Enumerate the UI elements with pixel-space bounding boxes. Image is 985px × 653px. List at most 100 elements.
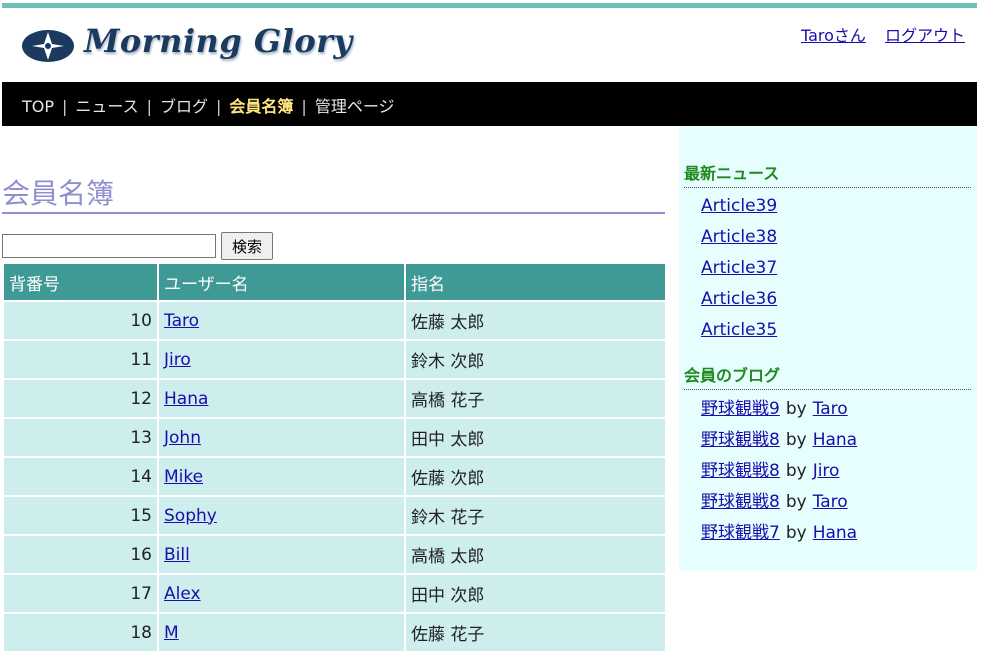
blog-author-link[interactable]: Hana	[813, 523, 857, 543]
table-row: 10 Taro 佐藤 太郎	[4, 302, 665, 339]
member-username-link[interactable]: Bill	[164, 545, 190, 565]
table-row: 12 Hana 高橋 花子	[4, 380, 665, 417]
nav-separator: |	[62, 97, 68, 116]
blog-heading: 会員のブログ	[684, 362, 971, 390]
nav-item-0[interactable]: TOP	[22, 97, 54, 116]
member-number: 11	[4, 341, 157, 378]
column-header-name: 指名	[406, 264, 665, 300]
brand-name: Morning Glory	[84, 22, 353, 60]
blog-item: 野球観戦8 by Taro	[701, 487, 857, 518]
nav-item-3[interactable]: 会員名簿	[229, 97, 293, 116]
member-username-cell: M	[159, 614, 404, 651]
member-number: 12	[4, 380, 157, 417]
blog-title-link[interactable]: 野球観戦8	[701, 492, 780, 512]
members-table: 背番号 ユーザー名 指名 10 Taro 佐藤 太郎 11 Jiro 鈴木 次郎 12 Han…	[2, 262, 667, 653]
member-username-link[interactable]: John	[164, 428, 201, 448]
member-full-name: 高橋 花子	[406, 380, 665, 417]
blog-by-label: by	[785, 523, 807, 543]
member-number: 18	[4, 614, 157, 651]
blog-title-link[interactable]: 野球観戦8	[701, 430, 780, 450]
member-username-cell: Mike	[159, 458, 404, 495]
blog-author-link[interactable]: Hana	[813, 430, 857, 450]
member-full-name: 鈴木 花子	[406, 497, 665, 534]
member-number: 17	[4, 575, 157, 612]
member-full-name: 佐藤 次郎	[406, 458, 665, 495]
news-item: Article39	[701, 191, 777, 222]
member-username-link[interactable]: Sophy	[164, 506, 217, 526]
blog-by-label: by	[785, 430, 807, 450]
member-username-cell: Alex	[159, 575, 404, 612]
table-row: 11 Jiro 鈴木 次郎	[4, 341, 665, 378]
table-header-row: 背番号 ユーザー名 指名	[4, 264, 665, 300]
news-link[interactable]: Article37	[701, 258, 777, 278]
search-button[interactable]: 検索	[221, 232, 273, 260]
blog-item: 野球観戦8 by Hana	[701, 425, 857, 456]
news-link[interactable]: Article35	[701, 320, 777, 340]
nav-item-2[interactable]: ブログ	[160, 97, 208, 116]
nav-separator: |	[216, 97, 222, 116]
member-username-cell: John	[159, 419, 404, 456]
site-logo[interactable]: Morning Glory	[20, 18, 352, 70]
news-item: Article36	[701, 284, 777, 315]
table-row: 18 M 佐藤 花子	[4, 614, 665, 651]
blog-by-label: by	[785, 399, 807, 419]
news-list: Article39 Article38 Article37 Article36 Arti…	[701, 191, 777, 346]
news-item: Article38	[701, 222, 777, 253]
blog-item: 野球観戦8 by Jiro	[701, 456, 857, 487]
member-full-name: 高橋 太郎	[406, 536, 665, 573]
member-number: 15	[4, 497, 157, 534]
search-input[interactable]	[2, 234, 216, 258]
table-row: 16 Bill 高橋 太郎	[4, 536, 665, 573]
member-full-name: 田中 太郎	[406, 419, 665, 456]
user-profile-link[interactable]: Taroさん	[801, 26, 866, 45]
nav-items: TOP | ニュース | ブログ | 会員名簿 | 管理ページ	[22, 93, 395, 117]
member-username-link[interactable]: Jiro	[164, 350, 191, 370]
blog-author-link[interactable]: Taro	[813, 399, 848, 419]
column-header-username: ユーザー名	[159, 264, 404, 300]
table-row: 14 Mike 佐藤 次郎	[4, 458, 665, 495]
blog-item: 野球観戦7 by Hana	[701, 518, 857, 549]
nav-separator: |	[146, 97, 152, 116]
member-full-name: 田中 次郎	[406, 575, 665, 612]
member-username-link[interactable]: Hana	[164, 389, 208, 409]
blog-title-link[interactable]: 野球観戦7	[701, 523, 780, 543]
column-header-number: 背番号	[4, 264, 157, 300]
member-number: 13	[4, 419, 157, 456]
page-title: 会員名簿	[2, 172, 665, 214]
member-username-link[interactable]: Mike	[164, 467, 203, 487]
member-full-name: 佐藤 花子	[406, 614, 665, 651]
morning-glory-flower-icon	[22, 30, 74, 62]
blog-author-link[interactable]: Jiro	[813, 461, 840, 481]
blog-author-link[interactable]: Taro	[813, 492, 848, 512]
blog-item: 野球観戦9 by Taro	[701, 394, 857, 425]
member-number: 16	[4, 536, 157, 573]
blog-title-link[interactable]: 野球観戦8	[701, 461, 780, 481]
member-number: 14	[4, 458, 157, 495]
nav-item-4[interactable]: 管理ページ	[315, 97, 395, 116]
news-link[interactable]: Article38	[701, 227, 777, 247]
table-row: 13 John 田中 太郎	[4, 419, 665, 456]
main-content: 会員名簿 検索 背番号 ユーザー名 指名 10 Taro 佐藤 太郎 11 Jiro 鈴木…	[2, 126, 665, 651]
member-username-link[interactable]: Alex	[164, 584, 201, 604]
sidebar: 最新ニュース Article39 Article38 Article37 Articl…	[679, 126, 977, 571]
blog-title-link[interactable]: 野球観戦9	[701, 399, 780, 419]
blog-by-label: by	[785, 461, 807, 481]
blog-list: 野球観戦9 by Taro 野球観戦8 by Hana 野球観戦8 by Jiro 野球観戦8 by…	[701, 394, 857, 549]
main-nav: TOP | ニュース | ブログ | 会員名簿 | 管理ページ	[2, 82, 977, 126]
member-username-link[interactable]: M	[164, 623, 179, 643]
site-header: Morning Glory Taroさん ログアウト	[2, 8, 977, 82]
member-username-cell: Jiro	[159, 341, 404, 378]
member-username-link[interactable]: Taro	[164, 311, 199, 331]
news-item: Article35	[701, 315, 777, 346]
nav-item-1[interactable]: ニュース	[75, 97, 138, 116]
blog-by-label: by	[785, 492, 807, 512]
member-full-name: 鈴木 次郎	[406, 341, 665, 378]
member-number: 10	[4, 302, 157, 339]
member-username-cell: Taro	[159, 302, 404, 339]
news-link[interactable]: Article36	[701, 289, 777, 309]
member-full-name: 佐藤 太郎	[406, 302, 665, 339]
member-username-cell: Bill	[159, 536, 404, 573]
news-link[interactable]: Article39	[701, 196, 777, 216]
user-links: Taroさん ログアウト	[787, 22, 965, 46]
logout-link[interactable]: ログアウト	[885, 26, 965, 45]
